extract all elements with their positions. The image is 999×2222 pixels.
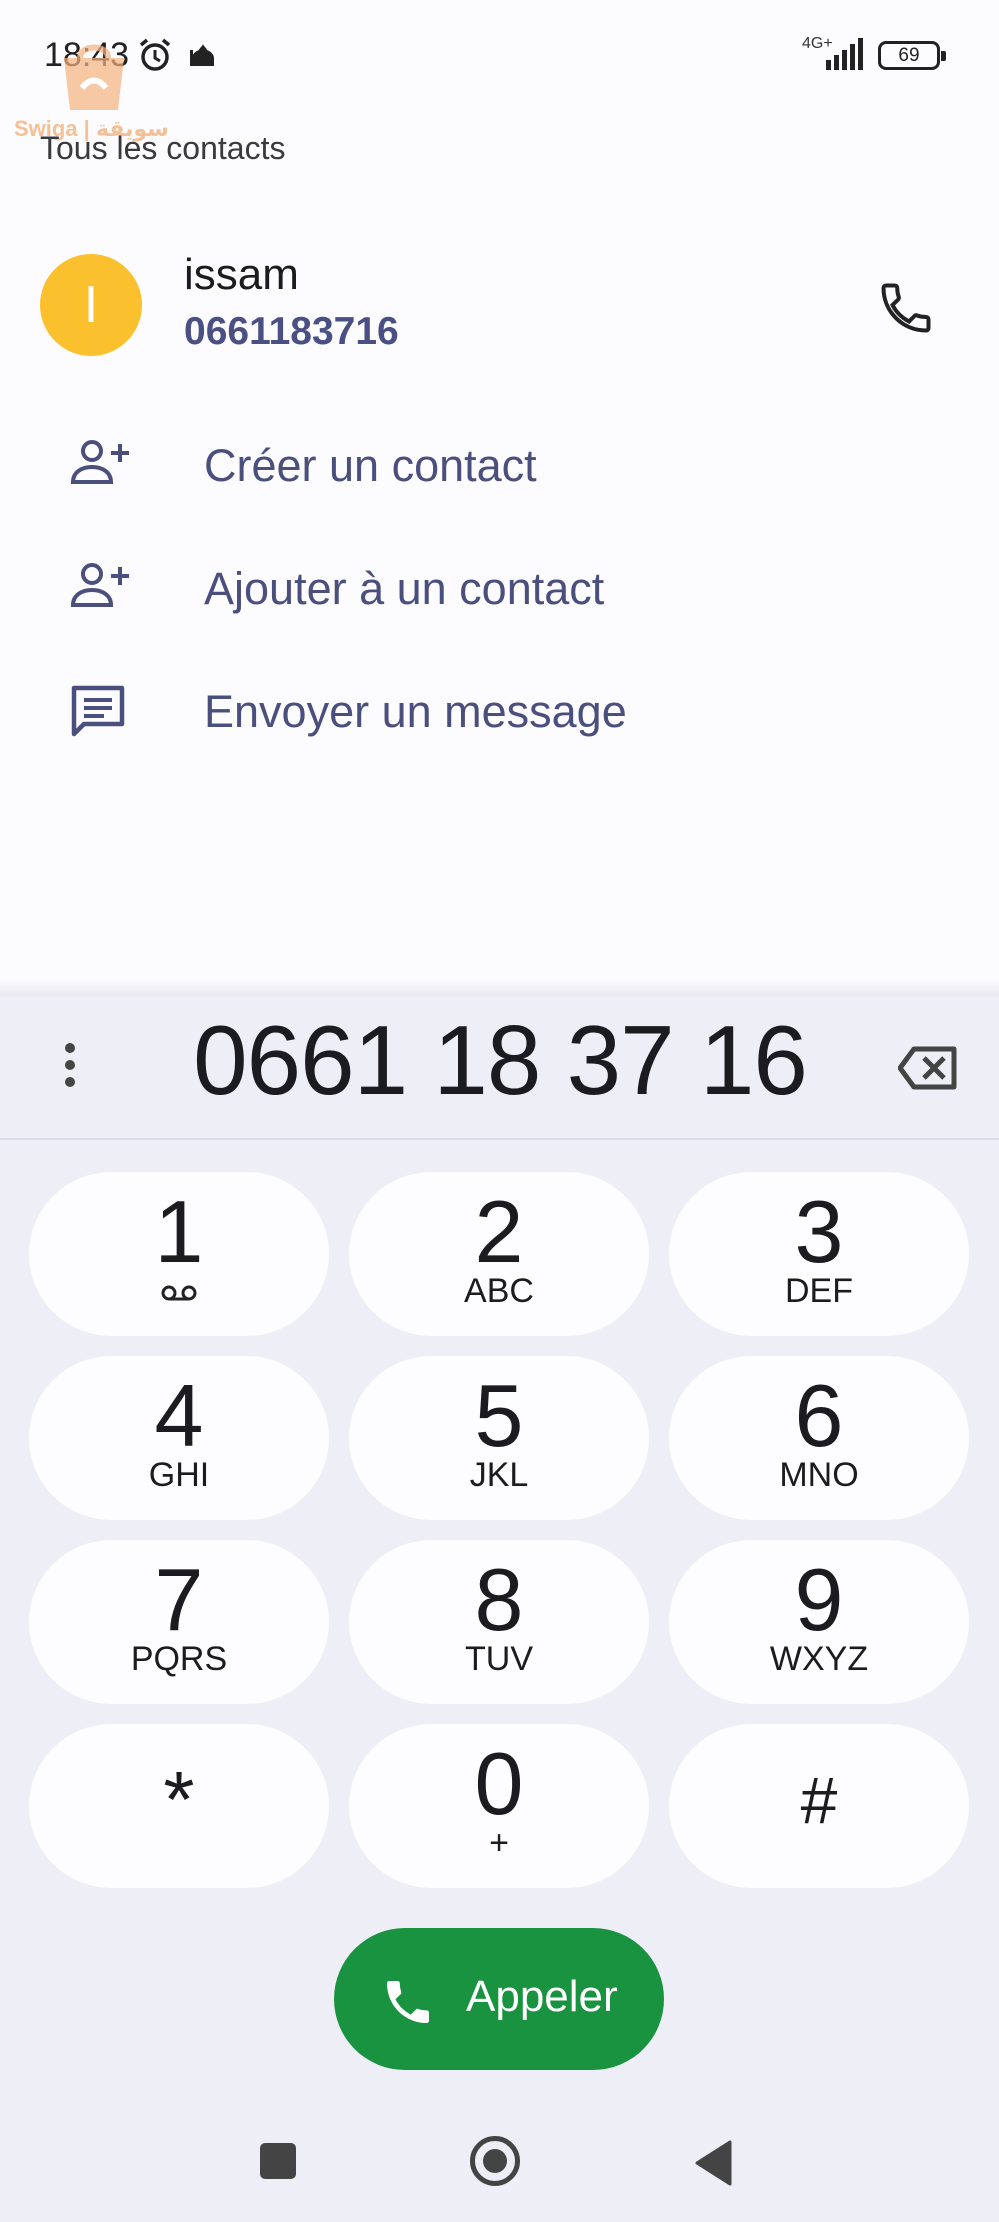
mosque-notification-icon <box>188 40 218 75</box>
key-letters: + <box>489 1824 509 1862</box>
create-contact-button[interactable]: Créer un contact <box>0 412 999 512</box>
phone-icon[interactable] <box>876 278 936 343</box>
key-digit: 2 <box>474 1182 524 1281</box>
key-0[interactable]: 0 + <box>349 1724 649 1888</box>
message-icon <box>70 684 126 745</box>
key-9[interactable]: 9 WXYZ <box>669 1540 969 1704</box>
section-title: Tous les contacts <box>40 130 286 166</box>
add-to-contact-button[interactable]: Ajouter à un contact <box>0 535 999 635</box>
contact-name: issam <box>184 250 299 299</box>
home-nav-button[interactable] <box>470 2136 520 2186</box>
action-label: Envoyer un message <box>204 686 627 737</box>
call-button-label: Appeler <box>466 1972 618 2021</box>
key-hash[interactable]: # <box>669 1724 969 1888</box>
key-letters: PQRS <box>130 1640 228 1678</box>
key-letters: ABC <box>464 1272 534 1310</box>
key-letters: DEF <box>785 1272 853 1310</box>
add-person-icon <box>70 561 132 616</box>
recents-nav-button[interactable] <box>260 2143 296 2179</box>
voicemail-icon <box>160 1284 198 1307</box>
key-digit: 5 <box>474 1366 524 1465</box>
signal-icon <box>820 38 870 77</box>
key-digit: * <box>163 1755 195 1844</box>
avatar: I <box>40 254 142 356</box>
key-letters: GHI <box>148 1456 210 1494</box>
battery-level: 69 <box>898 45 920 66</box>
action-label: Créer un contact <box>204 440 537 491</box>
key-digit: # <box>800 1763 838 1837</box>
key-8[interactable]: 8 TUV <box>349 1540 649 1704</box>
key-letters: WXYZ <box>769 1640 869 1678</box>
key-6[interactable]: 6 MNO <box>669 1356 969 1520</box>
watermark: Swiga | سويقة <box>14 24 169 144</box>
key-2[interactable]: 2 ABC <box>349 1172 649 1336</box>
key-digit: 7 <box>154 1550 204 1649</box>
dialed-number[interactable]: 0661 18 37 16 <box>140 1004 860 1117</box>
key-letters: MNO <box>779 1456 859 1494</box>
key-digit: 9 <box>794 1550 844 1649</box>
action-label: Ajouter à un contact <box>204 563 605 614</box>
key-7[interactable]: 7 PQRS <box>29 1540 329 1704</box>
watermark-logo <box>54 28 134 123</box>
key-5[interactable]: 5 JKL <box>349 1356 649 1520</box>
dial-display: 0661 18 37 16 <box>0 996 999 1140</box>
phone-icon <box>380 1974 436 2035</box>
back-nav-button[interactable] <box>694 2140 734 2191</box>
contact-number: 0661183716 <box>184 310 399 353</box>
more-options-icon[interactable] <box>60 1042 80 1097</box>
key-digit: 0 <box>474 1734 524 1833</box>
key-digit: 8 <box>474 1550 524 1649</box>
key-4[interactable]: 4 GHI <box>29 1356 329 1520</box>
backspace-icon[interactable] <box>897 1046 958 1095</box>
key-1[interactable]: 1 <box>29 1172 329 1336</box>
key-digit: 4 <box>154 1366 204 1465</box>
avatar-initial: I <box>83 276 99 334</box>
key-digit: 6 <box>794 1366 844 1465</box>
battery-icon: 69 <box>878 41 946 70</box>
send-message-button[interactable]: Envoyer un message <box>0 658 999 758</box>
key-letters: JKL <box>469 1456 529 1494</box>
key-letters: TUV <box>465 1640 533 1678</box>
key-digit: 1 <box>154 1182 204 1281</box>
key-star[interactable]: * <box>29 1724 329 1888</box>
call-button[interactable]: Appeler <box>334 1928 664 2070</box>
key-digit: 3 <box>794 1182 844 1281</box>
add-person-icon <box>70 438 132 493</box>
contact-result-row[interactable]: I issam 0661183716 <box>0 230 999 380</box>
key-3[interactable]: 3 DEF <box>669 1172 969 1336</box>
